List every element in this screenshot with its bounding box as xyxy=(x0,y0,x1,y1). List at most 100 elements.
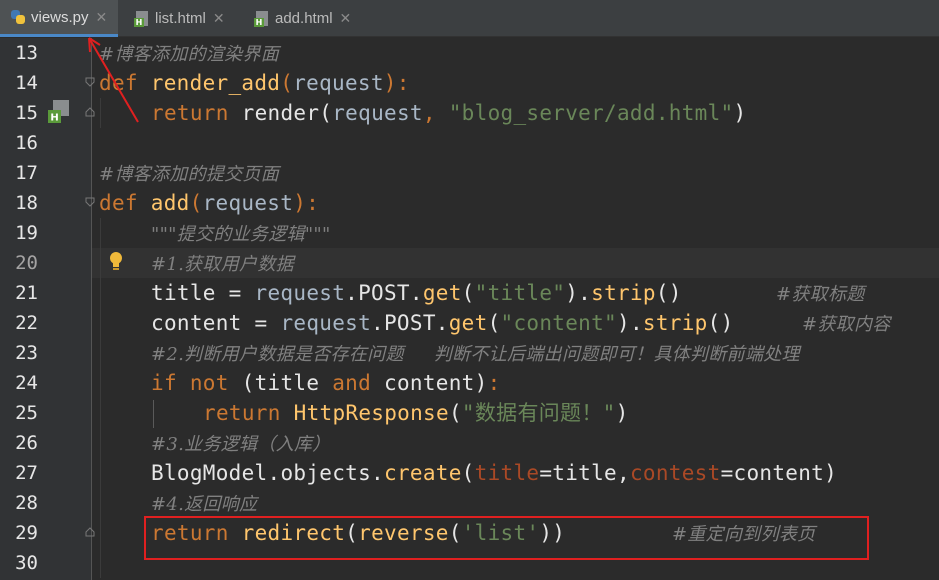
paren: ): xyxy=(293,191,320,215)
code-line-15[interactable]: return render(request, "blog_server/add.… xyxy=(151,98,746,128)
paren: ) xyxy=(733,101,747,125)
keyword-return: return xyxy=(203,401,281,425)
argument: request xyxy=(332,101,423,125)
expression: =content) xyxy=(720,461,838,485)
python-file-icon xyxy=(10,9,26,25)
code-line-17[interactable]: #博客添加的提交页面 xyxy=(99,158,279,188)
parameter: request xyxy=(293,71,384,95)
paren: ( xyxy=(461,281,475,305)
inline-comment: #获取标题 xyxy=(776,278,865,308)
line-number: 18 xyxy=(15,192,38,214)
html-file-icon[interactable]: H xyxy=(48,100,70,124)
inline-comment: #获取内容 xyxy=(802,308,891,338)
line-number: 25 xyxy=(15,402,38,424)
close-icon[interactable]: ✕ xyxy=(340,10,352,27)
line-number: 30 xyxy=(15,552,38,574)
function-name: add xyxy=(150,191,190,215)
identifier: request xyxy=(254,281,346,305)
separator: , xyxy=(422,101,449,125)
line-number: 27 xyxy=(15,462,38,484)
variable: title = xyxy=(151,281,255,305)
method-call: strip xyxy=(642,311,708,335)
string-literal: "blog_server/add.html" xyxy=(448,101,734,125)
line-number: 23 xyxy=(15,342,38,364)
paren: ( xyxy=(461,461,475,485)
red-arrow-annotation xyxy=(80,30,150,134)
line-number: 14 xyxy=(15,72,38,94)
indent-guide xyxy=(153,400,154,428)
tab-label: views.py xyxy=(31,8,89,26)
function-name: render_add xyxy=(150,71,281,95)
keyword-not: not xyxy=(189,371,229,395)
indent-guide xyxy=(100,218,101,578)
expression: content) xyxy=(371,371,488,395)
tab-add-html[interactable]: H add.html ✕ xyxy=(248,0,366,37)
close-icon[interactable]: ✕ xyxy=(96,9,108,26)
expression: =title, xyxy=(539,461,630,485)
keyword-and: and xyxy=(332,371,372,395)
code-line-28[interactable]: #4.返回响应 xyxy=(151,488,257,518)
method-call: create xyxy=(384,461,462,485)
line-number: 29 xyxy=(15,522,38,544)
comment: #4.返回响应 xyxy=(151,494,258,515)
code-line-24[interactable]: if not (title and content): xyxy=(151,368,501,398)
method-call: get xyxy=(448,311,488,335)
line-number-current: 20 xyxy=(15,252,38,274)
code-line-20[interactable]: #1.获取用户数据 xyxy=(151,248,294,278)
paren: ( xyxy=(487,311,501,335)
tab-label: add.html xyxy=(275,10,333,27)
paren: () xyxy=(655,281,682,305)
paren: () xyxy=(707,311,734,335)
method-call: strip xyxy=(591,281,656,305)
comment: #2.判断用户数据是否存在问题 判断不让后端出问题即可！具体判断前端处理 xyxy=(151,344,800,365)
code-line-19[interactable]: """提交的业务逻辑""" xyxy=(151,218,331,248)
line-number: 26 xyxy=(15,432,38,454)
docstring: """提交的业务逻辑""" xyxy=(151,224,331,245)
keyword-return: return xyxy=(151,101,229,125)
attribute: .objects. xyxy=(267,461,384,485)
string-literal: "title" xyxy=(474,281,566,305)
paren: ): xyxy=(383,71,410,95)
paren: ( xyxy=(189,191,203,215)
code-line-25[interactable]: return HttpResponse("数据有问题！") xyxy=(203,398,629,428)
paren: ( xyxy=(280,71,294,95)
html-file-icon: H xyxy=(254,10,270,27)
keyword-def: def xyxy=(99,191,138,215)
fold-end-icon[interactable] xyxy=(85,527,95,537)
attribute: .POST. xyxy=(371,311,449,335)
annotation-highlight-box xyxy=(144,516,869,560)
tab-label: list.html xyxy=(155,10,206,27)
attribute: .POST. xyxy=(345,281,423,305)
code-line-21[interactable]: title = request.POST.get("title").strip(… xyxy=(151,278,682,308)
line-number: 13 xyxy=(15,42,38,64)
string-literal: "数据有问题！" xyxy=(461,401,616,425)
method-call: get xyxy=(422,281,462,305)
identifier: request xyxy=(280,311,372,335)
line-number: 28 xyxy=(15,492,38,514)
code-line-27[interactable]: BlogModel.objects.create(title=title,con… xyxy=(151,458,837,488)
code-line-22[interactable]: content = request.POST.get("content").st… xyxy=(151,308,734,338)
line-number: 22 xyxy=(15,312,38,334)
html-file-icon: H xyxy=(134,10,150,27)
paren: ). xyxy=(565,281,592,305)
line-number: 19 xyxy=(15,222,38,244)
keyword-argument: title xyxy=(474,461,540,485)
close-icon[interactable]: ✕ xyxy=(213,10,225,27)
keyword-if: if xyxy=(151,371,177,395)
comment: #获取标题 xyxy=(776,284,865,305)
fold-toggle-icon[interactable] xyxy=(85,197,95,207)
code-line-18[interactable]: def add(request): xyxy=(99,188,319,218)
line-number: 15 xyxy=(15,102,38,124)
code-line-26[interactable]: #3.业务逻辑（入库） xyxy=(151,428,331,458)
expression: (title xyxy=(228,371,333,395)
lightbulb-icon[interactable] xyxy=(108,251,124,273)
paren: ) xyxy=(615,401,629,425)
code-line-23[interactable]: #2.判断用户数据是否存在问题 判断不让后端出问题即可！具体判断前端处理 xyxy=(151,338,939,368)
call: render( xyxy=(241,101,333,125)
parameter: request xyxy=(202,191,294,215)
class-name: BlogModel xyxy=(151,461,268,485)
comment: #博客添加的提交页面 xyxy=(99,164,280,185)
keyword-argument: contest xyxy=(629,461,721,485)
comment: #1.获取用户数据 xyxy=(151,254,294,275)
comment: #3.业务逻辑（入库） xyxy=(151,434,331,455)
